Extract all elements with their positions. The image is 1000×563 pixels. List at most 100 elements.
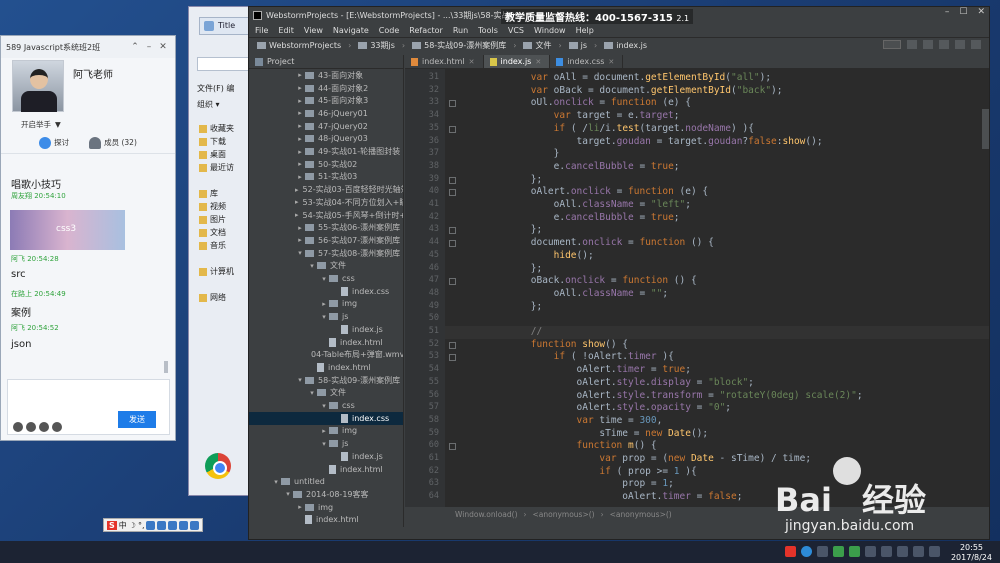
tree-node[interactable]: ▸ 53-实战04-不同方位划入+瞄 <box>249 196 403 209</box>
chevron-down-icon[interactable]: ▾ <box>283 490 293 498</box>
tray-icon[interactable] <box>849 546 860 557</box>
tree-node[interactable]: ▸ 43-面向对象 <box>249 69 403 82</box>
tree-node[interactable]: ▸ img <box>249 425 403 438</box>
menu-edit[interactable]: Edit <box>278 26 294 35</box>
menu-view[interactable]: View <box>304 26 323 35</box>
chevron-right-icon[interactable]: ▸ <box>295 97 305 105</box>
collapse-icon[interactable]: ⌃ <box>128 42 142 52</box>
explorer-nav-item[interactable]: 网络 <box>199 291 234 304</box>
tray-icon[interactable] <box>881 546 892 557</box>
status-crumb[interactable]: Window.onload() <box>455 510 518 519</box>
tree-node[interactable]: ▸ 44-面向对象2 <box>249 82 403 95</box>
editor-scrollbar[interactable] <box>982 109 989 149</box>
tree-node[interactable]: index.html <box>249 514 403 527</box>
fold-marker[interactable] <box>449 227 456 235</box>
close-icon[interactable]: ✕ <box>977 7 985 17</box>
chat-icon[interactable] <box>52 422 62 432</box>
chevron-right-icon[interactable]: ▸ <box>295 71 305 79</box>
menu-code[interactable]: Code <box>379 26 399 35</box>
tray-icon[interactable] <box>817 546 828 557</box>
chrome-icon[interactable] <box>205 453 231 479</box>
settings-icon[interactable] <box>955 40 965 49</box>
chevron-down-icon[interactable]: ▾ <box>319 402 329 410</box>
chevron-right-icon[interactable]: ▸ <box>295 84 305 92</box>
status-crumb[interactable]: <anonymous>() <box>610 510 672 519</box>
explorer-nav-item[interactable]: 计算机 <box>199 265 234 278</box>
tree-node[interactable]: ▾ 58-实战09-漂州案例库 <box>249 374 403 387</box>
chevron-right-icon[interactable]: ▸ <box>295 503 305 511</box>
tree-node[interactable]: ▸ 51-实战03 <box>249 171 403 184</box>
fold-marker[interactable] <box>449 278 456 286</box>
chevron-right-icon[interactable]: ▸ <box>295 224 305 232</box>
tree-node[interactable]: ▸ 52-实战03-百度轻轻时光轴效 <box>249 183 403 196</box>
debug-icon[interactable] <box>923 40 933 49</box>
menu-tools[interactable]: Tools <box>478 26 498 35</box>
tree-node[interactable]: ▸ 49-实战01-轮播图封装 <box>249 145 403 158</box>
tools-icon[interactable] <box>190 520 200 530</box>
raise-hand-toggle[interactable]: 开启举手 ▼ <box>1 116 175 132</box>
avatar[interactable] <box>12 60 64 112</box>
explorer-nav-item[interactable]: 下载 <box>199 135 234 148</box>
clock[interactable]: 20:55 2017/8/24 <box>951 543 992 563</box>
help-tray-icon[interactable] <box>801 546 812 557</box>
tree-node[interactable]: index.html <box>249 336 403 349</box>
fold-marker[interactable] <box>449 189 456 197</box>
tree-node[interactable]: ▸ img <box>249 298 403 311</box>
fold-marker[interactable] <box>449 443 456 451</box>
tray-icon[interactable] <box>833 546 844 557</box>
user-icon[interactable] <box>168 520 178 530</box>
explorer-nav-item[interactable]: 库 <box>199 187 234 200</box>
tray-icon[interactable] <box>865 546 876 557</box>
tree-node[interactable]: ▸ 46-jQuery01 <box>249 107 403 120</box>
chevron-down-icon[interactable]: ▾ <box>307 262 317 270</box>
explorer-nav-item[interactable]: 音乐 <box>199 239 234 252</box>
send-button[interactable]: 发送 <box>118 411 156 428</box>
minimize-icon[interactable]: – <box>945 7 950 17</box>
tree-node[interactable]: ▾ 2014-08-19客客 <box>249 488 403 501</box>
chevron-right-icon[interactable]: ▸ <box>295 122 305 130</box>
explorer-nav-item[interactable]: 图片 <box>199 213 234 226</box>
tree-node[interactable]: index.js <box>249 323 403 336</box>
close-icon[interactable]: ✕ <box>535 58 541 66</box>
run-icon[interactable] <box>907 40 917 49</box>
fold-marker[interactable] <box>449 100 456 108</box>
chevron-right-icon[interactable]: ▸ <box>319 427 329 435</box>
moon-icon[interactable]: ☽ <box>129 521 136 530</box>
tree-node[interactable]: ▾ 文件 <box>249 260 403 273</box>
chevron-down-icon[interactable]: ▾ <box>319 313 329 321</box>
menu-window[interactable]: Window <box>534 26 566 35</box>
emoji-icon[interactable] <box>13 422 23 432</box>
members-button[interactable]: 成员 (32) <box>89 136 137 149</box>
menu-help[interactable]: Help <box>576 26 594 35</box>
chevron-right-icon[interactable]: ▸ <box>295 173 305 181</box>
run-config-select[interactable] <box>883 40 901 49</box>
gift-icon[interactable] <box>26 422 36 432</box>
tree-node[interactable]: ▸ 47-jQuery02 <box>249 120 403 133</box>
ime-mode[interactable]: 中 <box>119 520 127 531</box>
status-crumb[interactable]: <anonymous>() <box>533 510 595 519</box>
chevron-right-icon[interactable]: ▸ <box>295 109 305 117</box>
network-icon[interactable] <box>913 546 924 557</box>
tree-node[interactable]: index.html <box>249 361 403 374</box>
fold-marker[interactable] <box>449 125 456 133</box>
breadcrumb-item[interactable]: WebstormProjects <box>257 41 341 50</box>
chevron-down-icon[interactable]: ▾ <box>295 376 305 384</box>
maximize-icon[interactable]: ☐ <box>959 7 967 17</box>
discuss-button[interactable]: 探讨 <box>39 136 69 149</box>
shield-icon[interactable] <box>897 546 908 557</box>
keyboard-icon[interactable] <box>157 520 167 530</box>
chevron-down-icon[interactable]: ▾ <box>319 440 329 448</box>
explorer-nav-item[interactable]: 最近访 <box>199 161 234 174</box>
menu-file[interactable]: File <box>255 26 268 35</box>
explorer-nav-item[interactable]: 桌面 <box>199 148 234 161</box>
fold-marker[interactable] <box>449 176 456 184</box>
organize-button[interactable]: 组织 ▾ <box>197 99 220 110</box>
tab-index-js[interactable]: index.js ✕ <box>483 55 551 68</box>
menu-navigate[interactable]: Navigate <box>333 26 369 35</box>
menu-refactor[interactable]: Refactor <box>409 26 443 35</box>
chevron-right-icon[interactable]: ▸ <box>295 236 305 244</box>
help-icon[interactable] <box>971 40 981 49</box>
tab-index-css[interactable]: index.css ✕ <box>550 55 624 68</box>
tree-node[interactable]: ▸ 50-实战02 <box>249 158 403 171</box>
tree-node[interactable]: ▸ img <box>249 501 403 514</box>
